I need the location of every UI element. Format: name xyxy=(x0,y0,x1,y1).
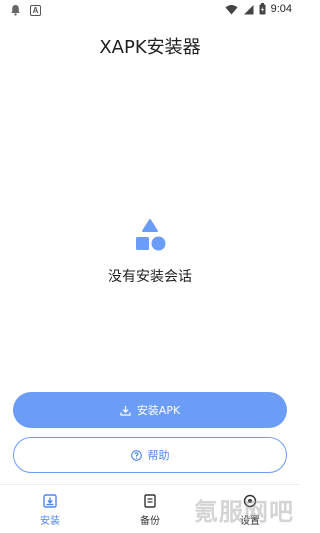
status-bar: A 9:04 xyxy=(0,0,300,22)
help-button[interactable]: 帮助 xyxy=(13,437,287,473)
settings-icon xyxy=(243,494,257,508)
install-icon xyxy=(43,494,57,508)
signal-icon xyxy=(243,4,254,14)
page-title: XAPK安装器 xyxy=(99,37,201,58)
empty-message: 没有安装会话 xyxy=(108,269,192,285)
bottom-nav: 安装 备份 设置 xyxy=(0,484,300,533)
backup-icon xyxy=(144,494,156,508)
nav-item-install[interactable]: 安装 xyxy=(0,485,100,533)
status-time: 9:04 xyxy=(270,3,292,15)
nav-item-backup[interactable]: 备份 xyxy=(100,485,200,533)
app-notification-icon: A xyxy=(30,4,41,16)
empty-state: 没有安装会话 xyxy=(0,218,300,286)
download-icon xyxy=(120,405,131,416)
nav-label-settings: 设置 xyxy=(240,516,260,527)
notification-bell-icon xyxy=(11,5,20,16)
wifi-icon xyxy=(225,4,238,14)
install-apk-button[interactable]: 安装APK xyxy=(13,392,287,428)
nav-label-install: 安装 xyxy=(40,516,60,527)
nav-label-backup: 备份 xyxy=(140,516,160,527)
nav-item-settings[interactable]: 设置 xyxy=(200,485,300,533)
battery-icon xyxy=(259,3,266,15)
shapes-icon xyxy=(136,219,166,251)
install-apk-label: 安装APK xyxy=(136,404,181,417)
help-icon xyxy=(130,449,142,461)
help-label: 帮助 xyxy=(147,449,170,462)
